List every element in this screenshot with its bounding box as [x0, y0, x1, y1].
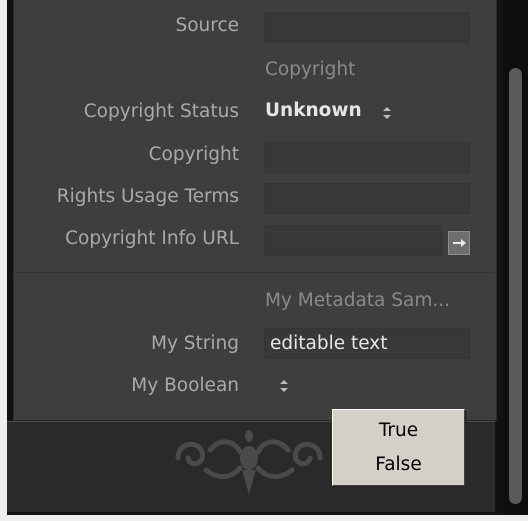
my-string-label: My String — [150, 333, 239, 354]
copyright-info-url-label: Copyright Info URL — [65, 228, 239, 249]
section-divider — [13, 272, 495, 273]
copyright-info-url-field[interactable] — [264, 225, 442, 256]
copyright-section-title: Copyright — [265, 59, 356, 80]
source-label: Source — [175, 15, 239, 36]
my-boolean-label: My Boolean — [131, 375, 239, 396]
custom-section-title: My Metadata Sam... — [265, 290, 451, 311]
updown-stepper-icon[interactable] — [382, 105, 392, 121]
updown-stepper-icon[interactable] — [279, 378, 289, 394]
source-field[interactable] — [264, 12, 470, 43]
ornament-flourish-icon — [175, 430, 323, 494]
boolean-dropdown-menu: True False — [332, 409, 465, 486]
copyright-field[interactable] — [264, 142, 470, 173]
copyright-status-select[interactable]: Unknown — [265, 100, 362, 121]
my-string-value: editable text — [270, 333, 388, 354]
menu-item-true[interactable]: True — [333, 420, 464, 441]
copyright-status-label: Copyright Status — [83, 101, 239, 122]
menu-item-false[interactable]: False — [333, 454, 464, 475]
open-url-button[interactable] — [448, 231, 470, 255]
rights-usage-terms-field[interactable] — [264, 183, 470, 214]
scrollbar-thumb[interactable] — [509, 68, 522, 504]
arrow-right-icon — [453, 239, 466, 247]
copyright-label: Copyright — [148, 144, 239, 165]
rights-usage-terms-label: Rights Usage Terms — [56, 186, 239, 207]
